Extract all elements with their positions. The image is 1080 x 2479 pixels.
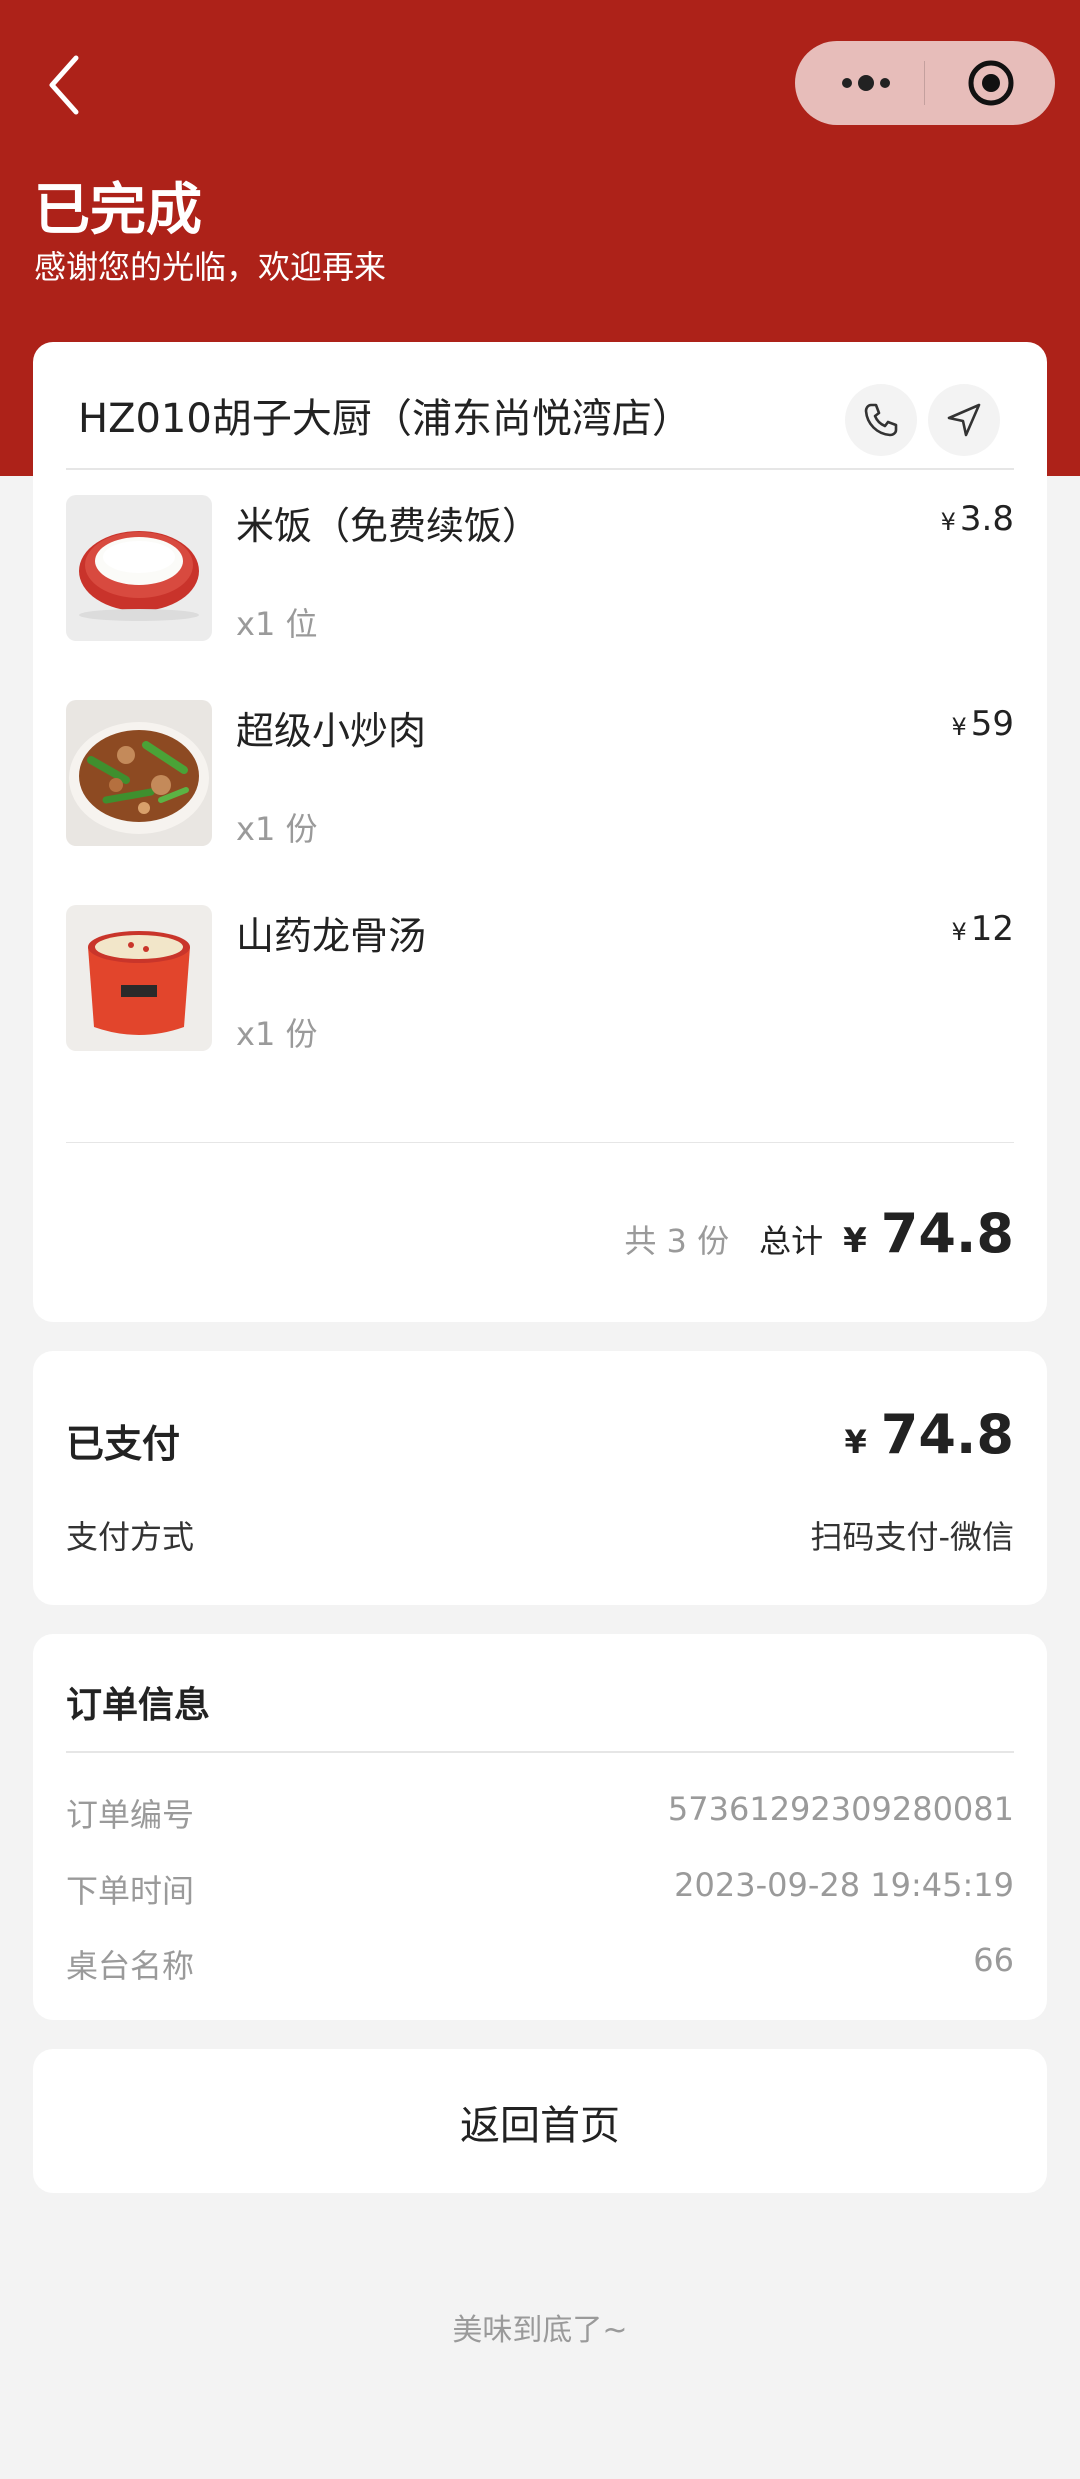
- currency-symbol: ¥: [844, 1423, 867, 1461]
- return-home-label: 返回首页: [460, 2103, 620, 2149]
- order-item: 米饭（免费续饭） x1 位 ¥3.8: [66, 495, 1014, 643]
- item-price-value: 59: [970, 704, 1014, 744]
- capsule-divider: [924, 61, 925, 105]
- item-name: 超级小炒肉: [236, 709, 427, 753]
- item-name: 山药龙骨汤: [236, 914, 427, 958]
- order-time-value: 2023-09-28 19:45:19: [674, 1866, 1014, 1904]
- currency-symbol: ¥: [843, 1221, 867, 1261]
- chevron-left-icon: [49, 55, 79, 115]
- order-item: 山药龙骨汤 x1 份 ¥12: [66, 905, 1014, 1053]
- navigate-store-button[interactable]: [928, 384, 1000, 456]
- item-price: ¥12: [951, 909, 1014, 949]
- order-status-subtitle: 感谢您的光临，欢迎再来: [34, 248, 387, 286]
- target-icon: [968, 60, 1014, 106]
- navigation-icon: [947, 403, 981, 437]
- order-time-row: 下单时间 2023-09-28 19:45:19: [66, 1866, 1014, 1910]
- currency-symbol: ¥: [951, 918, 967, 946]
- item-quantity: x1 份: [236, 810, 318, 848]
- yam-soup-image: [66, 905, 212, 1051]
- miniprogram-capsule: [795, 41, 1055, 125]
- item-quantity: x1 份: [236, 1015, 318, 1053]
- paid-amount: ¥ 74.8: [845, 1403, 1015, 1466]
- item-price-value: 3.8: [959, 499, 1014, 539]
- order-status-title: 已完成: [34, 178, 202, 243]
- order-info-card: 订单信息 订单编号 57361292309280081 下单时间 2023-09…: [33, 1634, 1047, 2020]
- items-divider: [66, 1142, 1014, 1143]
- order-totals: 共 3 份 总计 ¥ 74.8: [624, 1202, 1014, 1265]
- order-info-title: 订单信息: [66, 1685, 211, 1726]
- table-name-label: 桌台名称: [66, 1947, 195, 1985]
- item-name: 米饭（免费续饭）: [236, 504, 541, 548]
- order-time-label: 下单时间: [66, 1872, 195, 1910]
- table-name-value: 66: [973, 1941, 1014, 1979]
- payment-method-label: 支付方式: [66, 1518, 195, 1556]
- item-count: 共 3 份: [624, 1222, 730, 1260]
- phone-icon: [864, 403, 898, 437]
- rice-bowl-image: [66, 495, 212, 641]
- order-card: HZ010胡子大厨（浦东尚悦湾店） 米饭（免费续饭） x1 位 ¥3.8 超级小…: [33, 342, 1047, 1322]
- return-home-button[interactable]: 返回首页: [33, 2049, 1047, 2193]
- more-dots-icon: [842, 75, 890, 91]
- item-price: ¥3.8: [941, 499, 1014, 539]
- item-quantity: x1 位: [236, 605, 318, 643]
- store-divider: [66, 468, 1014, 470]
- payment-card: 已支付 ¥ 74.8 支付方式 扫码支付-微信: [33, 1351, 1047, 1605]
- item-price: ¥59: [951, 704, 1014, 744]
- item-price-value: 12: [970, 909, 1014, 949]
- paid-amount-value: 74.8: [880, 1403, 1014, 1466]
- total-label: 总计: [759, 1222, 824, 1260]
- paid-label: 已支付: [66, 1422, 181, 1466]
- order-number-row: 订单编号 57361292309280081: [66, 1790, 1014, 1834]
- call-store-button[interactable]: [845, 384, 917, 456]
- back-button[interactable]: [40, 50, 90, 120]
- currency-symbol: ¥: [951, 713, 967, 741]
- close-miniprogram-button[interactable]: [967, 59, 1015, 107]
- total-amount: 74.8: [880, 1202, 1014, 1265]
- order-number-value[interactable]: 57361292309280081: [668, 1790, 1014, 1828]
- stir-fried-pork-image: [66, 700, 212, 846]
- order-info-divider: [66, 1751, 1014, 1753]
- payment-method-value: 扫码支付-微信: [810, 1518, 1014, 1556]
- currency-symbol: ¥: [940, 508, 956, 536]
- order-item: 超级小炒肉 x1 份 ¥59: [66, 700, 1014, 848]
- order-number-label: 订单编号: [66, 1796, 195, 1834]
- footer-end-text: 美味到底了~: [452, 2313, 628, 2348]
- table-name-row: 桌台名称 66: [66, 1941, 1014, 1985]
- more-button[interactable]: [833, 65, 899, 101]
- store-name[interactable]: HZ010胡子大厨（浦东尚悦湾店）: [78, 386, 692, 444]
